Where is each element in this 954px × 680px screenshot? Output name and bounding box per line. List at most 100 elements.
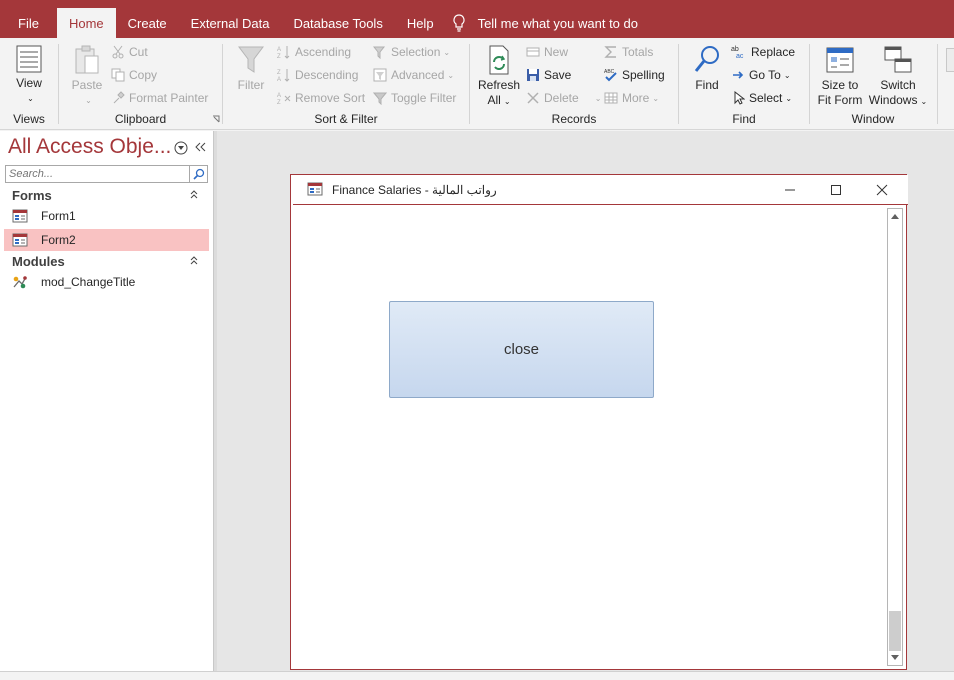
nav-item-form2[interactable]: Form2 [4,229,209,251]
switch-windows-icon [884,46,912,73]
minimize-button[interactable] [779,180,801,200]
replace-button[interactable]: ab ac Replace [731,42,795,62]
spelling-button[interactable]: ABC Spelling [604,65,665,85]
switch-label-line1: Switch [880,78,916,92]
svg-text:A: A [277,93,281,99]
view-label: View [16,76,42,90]
form-window: Finance Salaries - رواتب المالية close [290,174,908,670]
new-record-button[interactable]: New [526,42,568,62]
refresh-all-button[interactable]: Refresh All ⌄ [478,44,520,109]
view-button[interactable]: View ⌄ [10,44,48,106]
sort-ascending-icon: AZ [277,46,290,59]
ascending-label: Ascending [295,45,352,59]
find-label: Find [695,78,719,92]
remove-sort-label: Remove Sort [295,91,366,105]
tab-help[interactable]: Help [395,8,446,38]
nav-section-forms[interactable]: Forms [0,185,213,205]
cursor-icon [734,91,745,105]
nav-pane-title[interactable]: All Access Obje... [8,135,171,159]
ascending-button[interactable]: AZ Ascending [277,42,351,62]
cut-button[interactable]: Cut [111,42,148,62]
tell-me-text: Tell me what you want to do [477,15,638,31]
remove-sort-icon: AZ [277,93,291,105]
scrollbar-thumb[interactable] [889,611,901,651]
ribbon-tab-bar: File Home Create External Data Database … [0,0,954,38]
shutter-bar-close-icon[interactable] [194,141,206,153]
maximize-icon [831,185,841,195]
find-group-label: Find [732,112,756,126]
selection-label: Selection [391,45,441,59]
close-form-button[interactable]: close [389,301,654,398]
descending-button[interactable]: ZA Descending [277,65,358,85]
nav-search-input[interactable] [6,166,189,182]
tell-me-box[interactable]: Tell me what you want to do [452,8,638,38]
module-icon [13,276,27,289]
toggle-filter-button[interactable]: Toggle Filter [373,88,456,108]
ribbon: View ⌄ Views Paste ⌄ Cut Copy Format Pai… [0,38,954,130]
go-to-button[interactable]: Go To ⌄ [731,65,791,85]
totals-label: Totals [622,45,654,59]
select-button[interactable]: Select ⌄ [731,88,792,108]
scroll-up-icon[interactable] [888,209,902,223]
tab-external-data[interactable]: External Data [179,8,282,38]
clipboard-group-label: Clipboard [114,112,167,126]
group-views: View ⌄ Views [0,40,58,128]
switch-windows-button[interactable]: Switch Windows ⌄ [868,44,928,109]
nav-item-form1[interactable]: Form1 [4,205,209,227]
group-window: Size to Fit Form Switch Windows ⌄ Window [810,40,936,128]
scroll-down-icon[interactable] [888,651,902,665]
nav-item-label: Form2 [41,233,76,247]
group-find: Find ab ac Replace Go To ⌄ Select ⌄ Find [679,40,809,128]
scissors-icon [112,45,124,59]
sort-descending-icon: ZA [277,69,290,82]
nav-menu-dropdown-icon[interactable] [174,141,188,155]
form-icon [307,182,323,196]
vertical-scrollbar[interactable] [887,208,903,666]
spelling-label: Spelling [622,68,665,82]
replace-label: Replace [751,45,796,59]
remove-sort-button[interactable]: AZ Remove Sort [277,88,365,108]
format-painter-label: Format Painter [129,91,209,105]
nav-item-mod-changetitle[interactable]: mod_ChangeTitle [4,271,209,293]
tab-create[interactable]: Create [116,8,179,38]
tab-database-tools[interactable]: Database Tools [281,8,394,38]
close-window-button[interactable] [871,180,893,200]
navigation-pane: All Access Obje... Forms Form1 Form2 Mod… [0,131,213,671]
sigma-icon [604,46,616,58]
ribbon-overflow-button[interactable] [946,48,954,72]
new-label: New [544,45,569,59]
totals-button[interactable]: Totals [604,42,653,62]
paste-button[interactable]: Paste ⌄ [69,44,105,108]
view-icon [16,45,42,73]
format-painter-icon [113,91,125,104]
search-icon[interactable] [189,166,207,182]
form-window-titlebar[interactable]: Finance Salaries - رواتب المالية [293,175,908,205]
divider [937,44,938,124]
selection-button[interactable]: Selection ⌄ [373,42,450,62]
chevron-down-icon: ⌄ [447,70,455,80]
chevron-down-icon: ⌄ [785,93,793,103]
svg-text:A: A [277,77,281,82]
nav-section-modules[interactable]: Modules [0,251,213,271]
paste-label: Paste [71,78,103,92]
refresh-icon [489,45,509,75]
tab-file[interactable]: File [0,8,57,38]
collapse-up-icon[interactable] [189,255,199,265]
collapse-up-icon[interactable] [189,189,199,199]
form-window-title: Finance Salaries - رواتب المالية [332,183,497,197]
tab-home[interactable]: Home [56,8,116,38]
dialog-launcher-icon[interactable] [212,115,220,123]
size-to-fit-form-button[interactable]: Size to Fit Form [816,44,864,108]
format-painter-button[interactable]: Format Painter [111,88,208,108]
records-group-label: Records [551,112,597,126]
advanced-button[interactable]: Advanced ⌄ [373,65,454,85]
save-button[interactable]: Save [526,65,571,85]
arrow-right-icon [733,71,744,79]
find-button[interactable]: Find [689,44,725,93]
filter-button[interactable]: Filter [233,44,269,93]
maximize-button[interactable] [825,180,847,200]
svg-text:ABC: ABC [604,69,615,75]
copy-button[interactable]: Copy [111,65,157,85]
delete-button[interactable]: Delete ⌄ [526,88,601,108]
more-button[interactable]: More ⌄ [604,88,659,108]
